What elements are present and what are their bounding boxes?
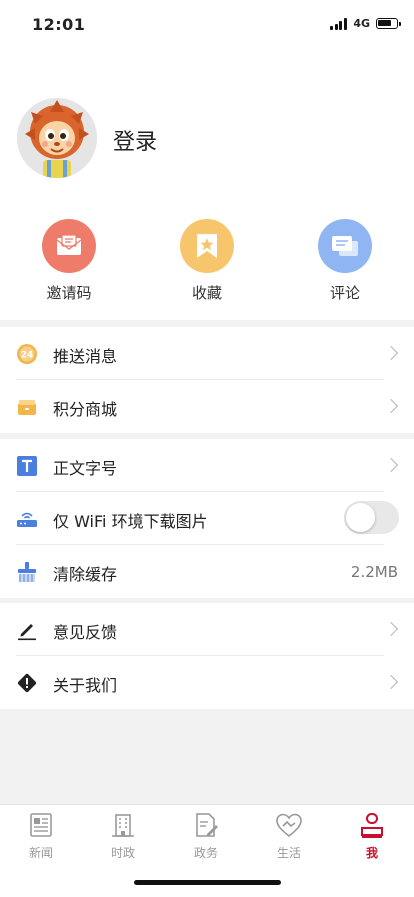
tab-news[interactable]: 新闻 (11, 810, 71, 861)
handshake-heart-icon (276, 813, 302, 838)
chevron-right-icon (383, 345, 399, 361)
feedback-row[interactable]: 意见反馈 (0, 603, 414, 656)
favorites-label: 收藏 (191, 284, 222, 302)
toggle-knob (346, 503, 375, 532)
newspaper-icon (30, 813, 52, 837)
points-mall-label: 积分商城 (53, 400, 118, 419)
comments-circle (318, 219, 372, 273)
avatar[interactable] (17, 98, 97, 178)
comments-label: 评论 (329, 284, 360, 302)
lion-mascot-icon (17, 98, 97, 178)
chevron-right-icon (383, 457, 399, 473)
building-icon (112, 814, 134, 837)
invite-code-button[interactable]: 邀请码 (29, 219, 109, 303)
font-size-row[interactable]: 正文字号 (0, 439, 414, 492)
info-diamond-icon (17, 673, 37, 693)
status-time: 12:01 (32, 15, 86, 34)
wifi-only-toggle[interactable] (344, 501, 399, 534)
points-mall-row[interactable]: 积分商城 (0, 380, 414, 433)
tab-life[interactable]: 生活 (259, 810, 319, 861)
push-24-icon: 24 (17, 344, 37, 364)
network-type: 4G (353, 17, 370, 30)
tab-me[interactable]: 我 (342, 810, 402, 861)
chevron-right-icon (383, 398, 399, 414)
tab-me-label: 我 (365, 846, 378, 860)
battery-icon (376, 18, 401, 29)
wifi-only-row: 仅 WiFi 环境下载图片 (0, 492, 414, 545)
menu-group-settings: 正文字号 仅 WiFi 环境下载图片 清除缓存 2.2MB (0, 439, 414, 598)
wifi-only-label: 仅 WiFi 环境下载图片 (53, 512, 208, 531)
invite-code-circle (42, 219, 96, 273)
points-mall-icon (18, 400, 36, 415)
status-bar: 12:01 4G (0, 0, 414, 48)
tab-politics-label: 时政 (110, 846, 135, 860)
feedback-label: 意见反馈 (53, 623, 118, 642)
clear-cache-row[interactable]: 清除缓存 2.2MB (0, 545, 414, 598)
comment-icon (332, 236, 358, 256)
tab-politics[interactable]: 时政 (93, 810, 153, 861)
tab-government[interactable]: 政务 (176, 810, 236, 861)
person-icon (361, 813, 383, 838)
menu-group-notifications: 24 推送消息 积分商城 (0, 327, 414, 433)
document-pen-icon (196, 813, 218, 837)
favorites-button[interactable]: 收藏 (167, 219, 247, 303)
about-us-label: 关于我们 (53, 676, 118, 695)
login-link[interactable]: 登录 (113, 124, 157, 156)
status-indicators: 4G (330, 17, 401, 30)
home-indicator (134, 880, 281, 885)
menu-group-about: 意见反馈 关于我们 (0, 603, 414, 709)
text-size-icon (17, 456, 37, 476)
favorites-circle (180, 219, 234, 273)
about-us-row[interactable]: 关于我们 (0, 656, 414, 709)
svg-text:24: 24 (21, 351, 34, 361)
tab-government-label: 政务 (193, 846, 218, 860)
tab-news-label: 新闻 (28, 846, 53, 860)
pencil-icon (18, 624, 36, 641)
chevron-right-icon (383, 621, 399, 637)
push-messages-row[interactable]: 24 推送消息 (0, 327, 414, 380)
comments-button[interactable]: 评论 (305, 219, 385, 303)
cache-size: 2.2MB (350, 563, 398, 581)
tab-life-label: 生活 (276, 846, 301, 860)
chevron-right-icon (383, 674, 399, 690)
broom-icon (18, 562, 36, 582)
push-messages-label: 推送消息 (53, 347, 118, 366)
invite-code-label: 邀请码 (46, 284, 92, 302)
clear-cache-label: 清除缓存 (53, 565, 118, 584)
profile-section: 登录 邀请码 收藏 评论 (0, 48, 414, 320)
bookmark-star-icon (197, 234, 217, 258)
signal-icon (330, 17, 348, 30)
font-size-label: 正文字号 (53, 459, 118, 478)
wifi-router-icon (17, 512, 37, 527)
envelope-icon (56, 235, 82, 255)
